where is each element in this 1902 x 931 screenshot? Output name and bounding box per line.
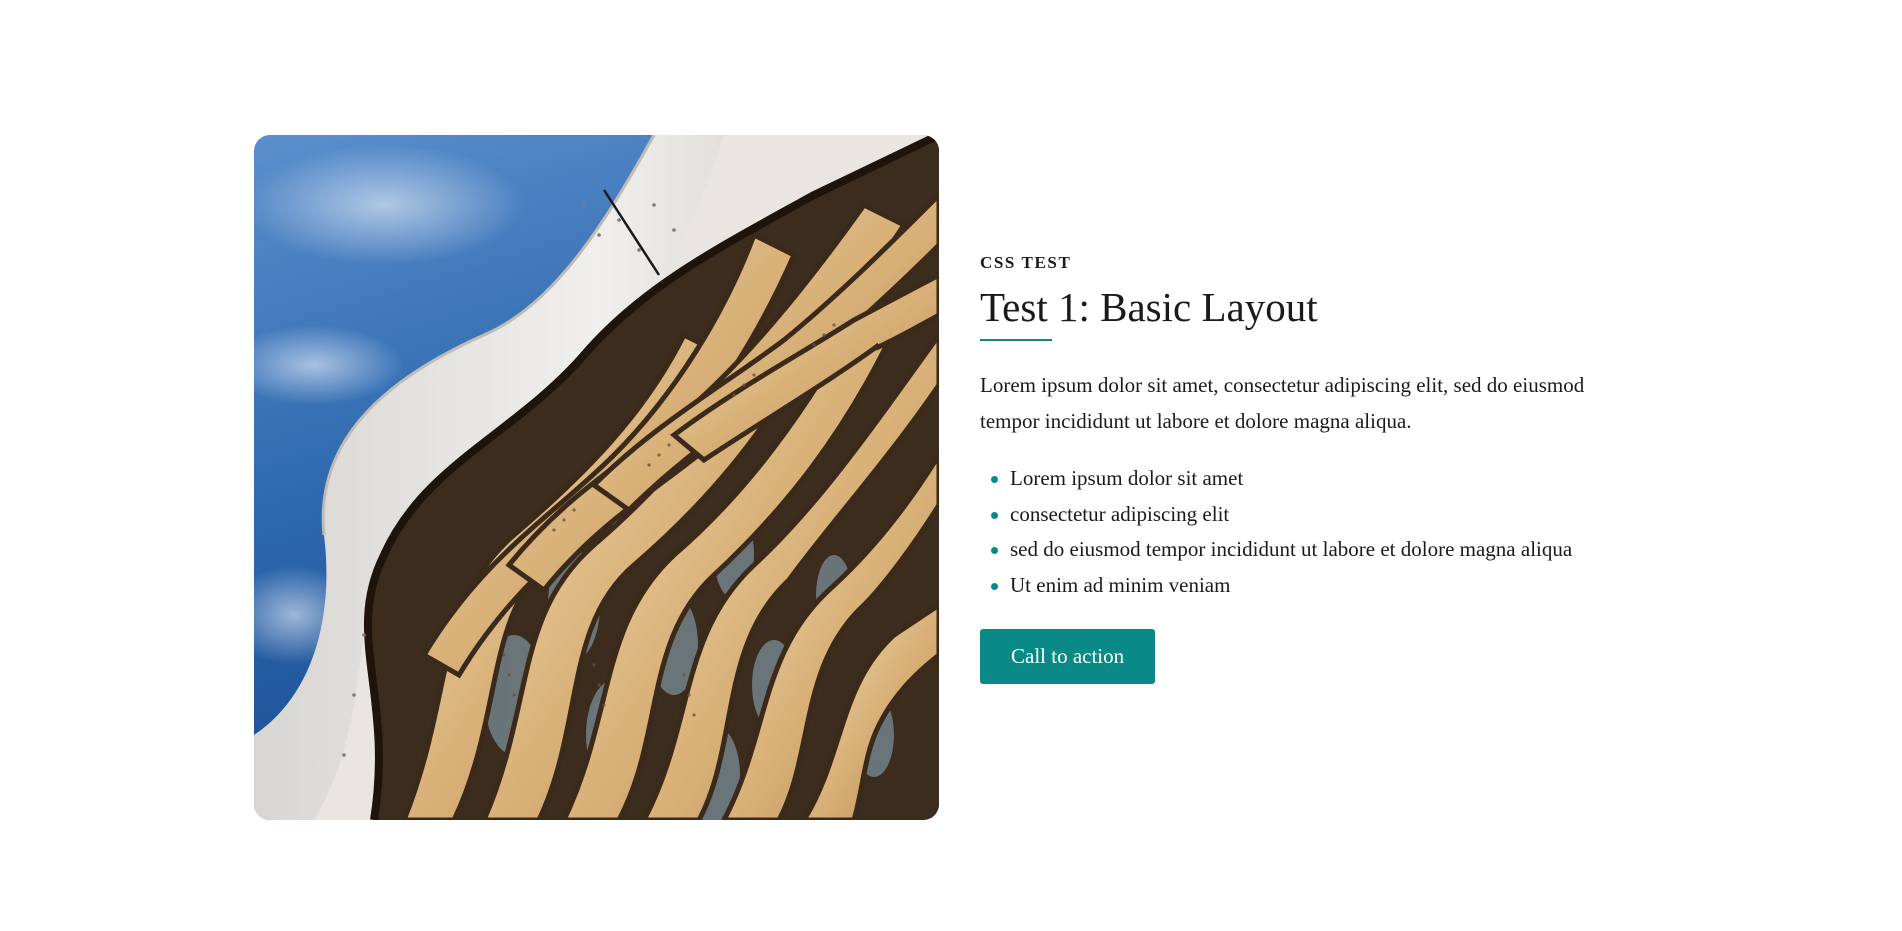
- bullet-dot-icon: [991, 511, 998, 519]
- list-item: consectetur adipiscing elit: [980, 497, 1640, 533]
- list-item: sed do eiusmod tempor incididunt ut labo…: [980, 532, 1640, 568]
- list-item: Ut enim ad minim veniam: [980, 568, 1640, 604]
- list-item: Lorem ipsum dolor sit amet: [980, 461, 1640, 497]
- architecture-photo: [254, 135, 939, 820]
- lead-paragraph: Lorem ipsum dolor sit amet, consectetur …: [980, 373, 1585, 433]
- eyebrow-label: CSS TEST: [980, 253, 1072, 272]
- call-to-action-button[interactable]: Call to action: [980, 629, 1156, 684]
- bullet-dot-icon: [991, 547, 998, 554]
- title-underline-divider: [980, 339, 1052, 341]
- bullet-dot-icon: [991, 582, 998, 590]
- hero-image: [254, 135, 939, 820]
- list-item-text: Ut enim ad minim veniam: [1010, 572, 1231, 597]
- list-item-text: consectetur adipiscing elit: [1010, 501, 1230, 526]
- bullet-dot-icon: [991, 476, 998, 483]
- list-item-text: sed do eiusmod tempor incididunt ut labo…: [1010, 537, 1573, 561]
- page-title: Test 1: Basic Layout: [980, 284, 1318, 330]
- feature-list: Lorem ipsum dolor sit amet consectetur a…: [980, 461, 1640, 603]
- feature-section: CSS TEST Test 1: Basic Layout Lorem ipsu…: [254, 135, 1654, 820]
- list-item-text: Lorem ipsum dolor sit amet: [1010, 466, 1244, 490]
- content-panel: CSS TEST Test 1: Basic Layout Lorem ipsu…: [980, 253, 1640, 684]
